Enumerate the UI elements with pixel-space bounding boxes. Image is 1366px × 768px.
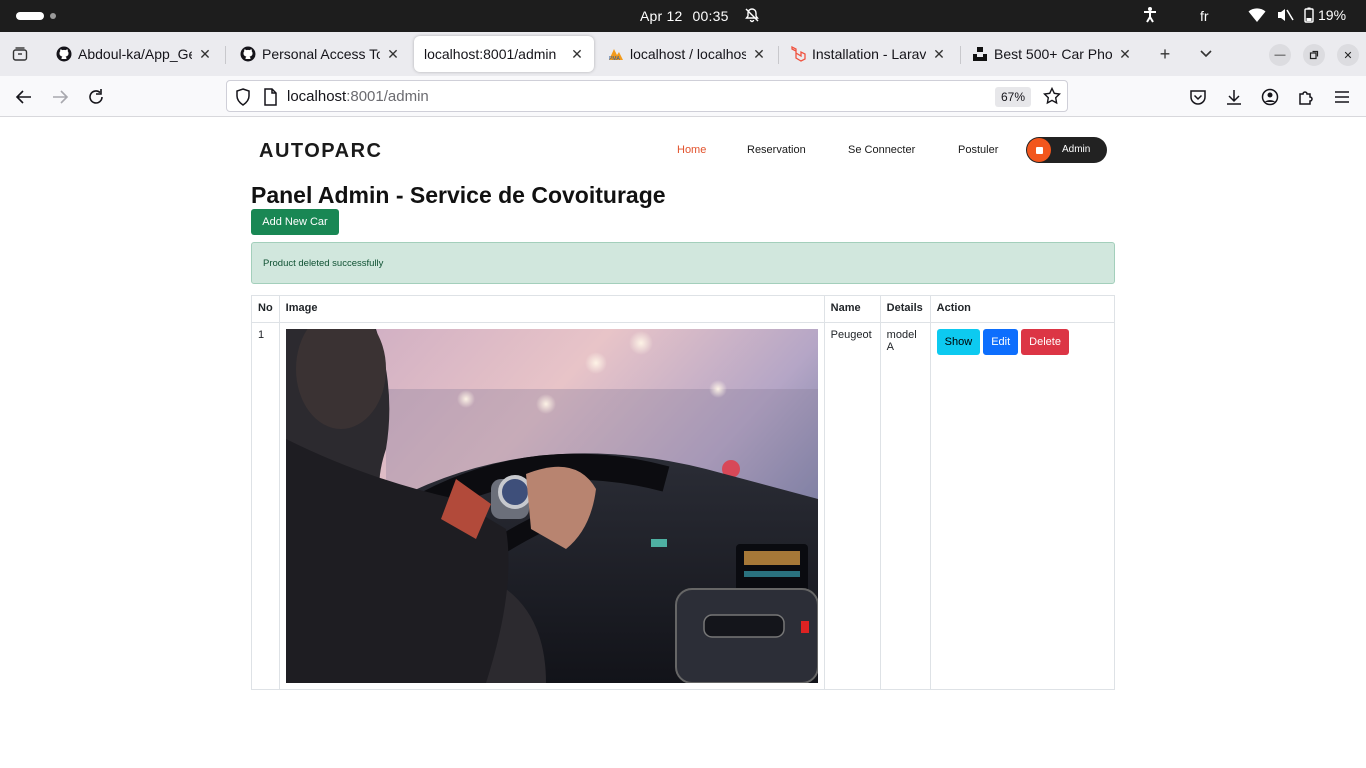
column-header-image: Image	[278, 295, 825, 323]
admin-button[interactable]: Admin	[1026, 137, 1107, 163]
os-top-bar: Apr 12 00:35 fr 19%	[0, 0, 1366, 32]
tab-localhost-admin[interactable]: localhost:8001/admin ✕	[414, 36, 594, 72]
admin-label: Admin	[1062, 144, 1091, 155]
column-header-details: Details	[879, 295, 931, 323]
keyboard-language[interactable]: fr	[1200, 8, 1209, 24]
close-tab-icon[interactable]: ✕	[198, 46, 212, 63]
column-header-no: No	[251, 295, 280, 323]
cell-actions: Show Edit Delete	[929, 322, 1116, 690]
cell-no: 1	[251, 322, 280, 690]
wifi-icon[interactable]	[1248, 7, 1266, 26]
tab-label: Best 500+ Car Phot	[994, 46, 1112, 62]
close-tab-icon[interactable]: ✕	[932, 46, 946, 63]
tab-label: Personal Access To	[262, 46, 380, 62]
tab-label: Abdoul-ka/App_Ge	[78, 46, 192, 62]
delete-button[interactable]: Delete	[1021, 329, 1069, 355]
github-icon	[56, 46, 72, 62]
workspace-dot	[50, 13, 56, 19]
add-new-car-button[interactable]: Add New Car	[251, 209, 339, 235]
tab-label: Installation - Larave	[812, 46, 926, 62]
volume-muted-icon[interactable]	[1276, 7, 1294, 26]
close-tab-icon[interactable]: ✕	[1118, 46, 1132, 63]
restore-icon[interactable]	[1303, 44, 1325, 66]
tab-label: localhost / localhos	[630, 46, 746, 62]
url-host: localhost	[287, 88, 347, 105]
notifications-muted-icon[interactable]	[744, 7, 760, 26]
close-window-icon[interactable]: ✕	[1337, 44, 1359, 66]
alert-message: Product deleted successfully	[263, 258, 384, 269]
success-alert: Product deleted successfully	[251, 242, 1115, 284]
edit-button[interactable]: Edit	[983, 329, 1019, 355]
site-logo[interactable]: AUTOPARC	[259, 140, 382, 163]
tab-label: localhost:8001/admin	[424, 46, 557, 62]
tab-github-app[interactable]: Abdoul-ka/App_Ge ✕	[46, 36, 222, 72]
bookmark-star-icon[interactable]	[1042, 86, 1062, 110]
tab-unsplash[interactable]: Best 500+ Car Phot ✕	[962, 36, 1142, 72]
tab-phpmyadmin[interactable]: PMA localhost / localhos ✕	[598, 36, 776, 72]
cell-name: Peugeot	[823, 322, 881, 690]
nav-login-link[interactable]: Se Connecter	[848, 144, 915, 156]
back-icon[interactable]	[13, 86, 35, 108]
battery-percent: 19%	[1318, 7, 1347, 23]
url-text[interactable]: localhost:8001/admin	[287, 88, 429, 105]
web-page: AUTOPARC Home Reservation Se Connecter P…	[0, 118, 1366, 768]
activities-indicator[interactable]	[16, 12, 44, 20]
tab-laravel[interactable]: Installation - Larave ✕	[780, 36, 956, 72]
nav-home-link[interactable]: Home	[677, 144, 706, 156]
new-tab-icon[interactable]: +	[1155, 44, 1175, 64]
admin-icon	[1027, 138, 1051, 162]
clock-time: 00:35	[692, 8, 729, 24]
tracking-protection-shield-icon[interactable]	[235, 88, 251, 111]
page-title: Panel Admin - Service de Covoiturage	[251, 182, 666, 208]
minimize-icon[interactable]: —	[1269, 44, 1291, 66]
accessibility-icon[interactable]	[1142, 6, 1158, 27]
downloads-icon[interactable]	[1223, 86, 1245, 108]
zoom-level[interactable]: 67%	[995, 87, 1032, 107]
nav-reservation-link[interactable]: Reservation	[747, 144, 806, 156]
show-button[interactable]: Show	[936, 329, 981, 355]
url-bar[interactable]: localhost:8001/admin 67%	[226, 80, 1068, 112]
github-icon	[240, 46, 256, 62]
tab-strip: Abdoul-ka/App_Ge ✕ Personal Access To ✕ …	[0, 32, 1366, 76]
table-row: 1 Peugeot model A Show Edit Delete	[251, 322, 1116, 690]
cell-image	[278, 322, 825, 690]
laravel-icon	[790, 46, 806, 62]
clock-date: Apr 12	[640, 8, 683, 24]
close-tab-icon[interactable]: ✕	[752, 46, 766, 63]
account-icon[interactable]	[1259, 86, 1281, 108]
close-tab-icon[interactable]: ✕	[386, 46, 400, 63]
tab-github-token[interactable]: Personal Access To ✕	[230, 36, 410, 72]
tab-overview-icon[interactable]	[8, 42, 32, 66]
menu-hamburger-icon[interactable]	[1331, 86, 1353, 108]
nav-apply-link[interactable]: Postuler	[958, 144, 998, 156]
page-info-icon[interactable]	[263, 88, 277, 111]
cars-table: No Image Name Details Action 1 Peugeot m…	[251, 295, 1116, 690]
reload-icon[interactable]	[85, 86, 107, 108]
list-tabs-chevron-icon[interactable]	[1196, 44, 1216, 64]
car-photo	[285, 329, 818, 683]
battery-status[interactable]: 19%	[1304, 7, 1346, 23]
navigation-toolbar: localhost:8001/admin 67%	[0, 76, 1366, 117]
phpmyadmin-icon: PMA	[608, 46, 624, 62]
close-tab-icon[interactable]: ✕	[570, 46, 584, 63]
unsplash-icon	[972, 46, 988, 62]
forward-icon[interactable]	[49, 86, 71, 108]
clock[interactable]: Apr 12 00:35	[640, 8, 735, 24]
column-header-action: Action	[929, 295, 1116, 323]
svg-text:PMA: PMA	[609, 56, 621, 61]
table-header-row: No Image Name Details Action	[251, 295, 1116, 323]
cell-details: model A	[879, 322, 931, 690]
pocket-icon[interactable]	[1187, 86, 1209, 108]
column-header-name: Name	[823, 295, 881, 323]
url-path: :8001/admin	[346, 88, 429, 105]
extensions-icon[interactable]	[1295, 86, 1317, 108]
battery-icon	[1304, 7, 1314, 23]
